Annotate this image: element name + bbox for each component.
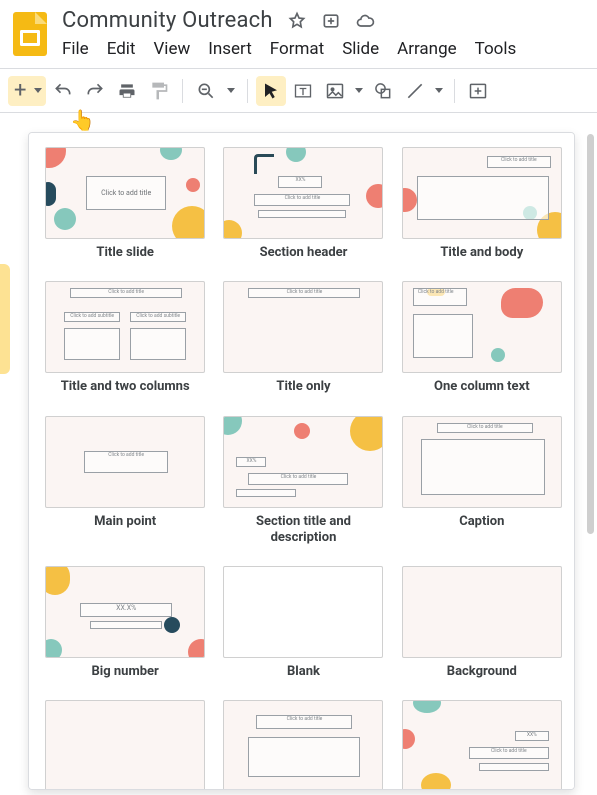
chevron-down-icon bbox=[435, 88, 443, 93]
chevron-down-icon bbox=[34, 88, 42, 93]
layout-headline[interactable]: XX% Click to add title Headline bbox=[400, 700, 564, 790]
layout-label: Section title and description bbox=[221, 508, 385, 557]
image-dropdown[interactable] bbox=[352, 76, 366, 106]
image-tool[interactable] bbox=[320, 76, 350, 106]
layout-section-title-desc[interactable]: XX% Click to add title Section title and… bbox=[221, 416, 385, 557]
toolbar: + bbox=[0, 69, 597, 113]
move-icon[interactable] bbox=[321, 11, 341, 31]
layout-background[interactable]: Background bbox=[400, 566, 564, 690]
placeholder-sub: Click to add subtitle bbox=[64, 312, 120, 322]
menu-file[interactable]: File bbox=[62, 39, 89, 59]
paint-format-button[interactable] bbox=[144, 76, 174, 106]
layout-main-point[interactable]: Click to add title Main point bbox=[43, 416, 207, 557]
chevron-down-icon bbox=[227, 88, 235, 93]
placeholder-title: Click to add title bbox=[84, 451, 168, 473]
placeholder-title: Click to add title bbox=[487, 156, 551, 168]
layout-title-slide[interactable]: Click to add title Title slide bbox=[43, 147, 207, 271]
layout-title-only[interactable]: Click to add title Title only bbox=[221, 281, 385, 405]
line-tool[interactable] bbox=[400, 76, 430, 106]
plus-icon: + bbox=[10, 80, 30, 102]
layout-label: Title and two columns bbox=[57, 373, 194, 405]
layout-label: Big number bbox=[88, 658, 163, 690]
scrollbar[interactable] bbox=[587, 134, 594, 534]
layout-label: Caption bbox=[455, 508, 508, 540]
menu-edit[interactable]: Edit bbox=[107, 39, 136, 59]
layout-title-two-cols[interactable]: Click to add title Click to add subtitle… bbox=[43, 281, 207, 405]
layout-label: Blank bbox=[283, 658, 324, 690]
select-tool[interactable] bbox=[256, 76, 286, 106]
menu-tools[interactable]: Tools bbox=[475, 39, 517, 59]
menu-slide[interactable]: Slide bbox=[342, 39, 379, 59]
placeholder-title: Click to add title bbox=[254, 194, 350, 206]
zoom-dropdown[interactable] bbox=[223, 76, 239, 106]
placeholder-title: Click to add title bbox=[413, 288, 467, 306]
filmstrip-selected-slide[interactable] bbox=[0, 264, 10, 374]
layout-label: Title only bbox=[272, 373, 334, 405]
layout-background-1[interactable]: Background 1 bbox=[43, 700, 207, 790]
add-comment-button[interactable] bbox=[463, 76, 493, 106]
layout-label: Section header bbox=[256, 239, 352, 271]
layout-label: One column text bbox=[430, 373, 534, 405]
textbox-tool[interactable] bbox=[288, 76, 318, 106]
menu-view[interactable]: View bbox=[153, 39, 190, 59]
placeholder-bignum: XX.X% bbox=[80, 603, 172, 617]
placeholder-title: Click to add title bbox=[70, 288, 182, 298]
shape-tool[interactable] bbox=[368, 76, 398, 106]
document-title[interactable]: Community Outreach bbox=[62, 8, 273, 33]
new-slide-split-button[interactable]: + bbox=[8, 76, 46, 106]
layout-blank[interactable]: Blank bbox=[221, 566, 385, 690]
layout-caption[interactable]: Click to add title Caption bbox=[400, 416, 564, 557]
zoom-button[interactable] bbox=[191, 76, 221, 106]
layout-section-header[interactable]: XX% Click to add title Section header bbox=[221, 147, 385, 271]
layout-label: Main point bbox=[90, 508, 160, 540]
placeholder-pct: XX% bbox=[236, 457, 266, 467]
star-icon[interactable] bbox=[287, 11, 307, 31]
layout-big-number[interactable]: XX.X% Big number bbox=[43, 566, 207, 690]
menu-insert[interactable]: Insert bbox=[208, 39, 252, 59]
placeholder-title: Click to add title bbox=[248, 288, 360, 298]
menubar: File Edit View Insert Format Slide Arran… bbox=[62, 39, 587, 68]
menu-format[interactable]: Format bbox=[270, 39, 324, 59]
layout-label: Background bbox=[443, 658, 521, 690]
placeholder-title: Click to add title bbox=[101, 189, 151, 197]
placeholder-pct: XX% bbox=[278, 176, 322, 188]
redo-button[interactable] bbox=[80, 76, 110, 106]
cursor-hand-pointer: 👆 bbox=[70, 108, 95, 132]
placeholder-title: Click to add title bbox=[469, 747, 549, 759]
line-dropdown[interactable] bbox=[432, 76, 446, 106]
layout-title-and-body[interactable]: Click to add title Title and body bbox=[400, 147, 564, 271]
print-button[interactable] bbox=[112, 76, 142, 106]
placeholder-sub: Click to add subtitle bbox=[130, 312, 186, 322]
layout-picker-panel: Click to add title Title slide XX% Click… bbox=[28, 132, 575, 790]
layout-big-title[interactable]: Click to add title Big title bbox=[221, 700, 385, 790]
layout-one-column-text[interactable]: Click to add title One column text bbox=[400, 281, 564, 405]
undo-button[interactable] bbox=[48, 76, 78, 106]
cloud-icon[interactable] bbox=[355, 11, 375, 31]
placeholder-title: Click to add title bbox=[248, 473, 348, 485]
chevron-down-icon bbox=[355, 88, 363, 93]
menu-arrange[interactable]: Arrange bbox=[397, 39, 456, 59]
layout-label: Title and body bbox=[436, 239, 527, 271]
layout-label: Title slide bbox=[92, 239, 157, 271]
placeholder-pct: XX% bbox=[515, 731, 549, 741]
slides-logo bbox=[10, 8, 50, 60]
placeholder-title: Click to add title bbox=[256, 715, 352, 729]
placeholder-title: Click to add title bbox=[437, 423, 533, 433]
